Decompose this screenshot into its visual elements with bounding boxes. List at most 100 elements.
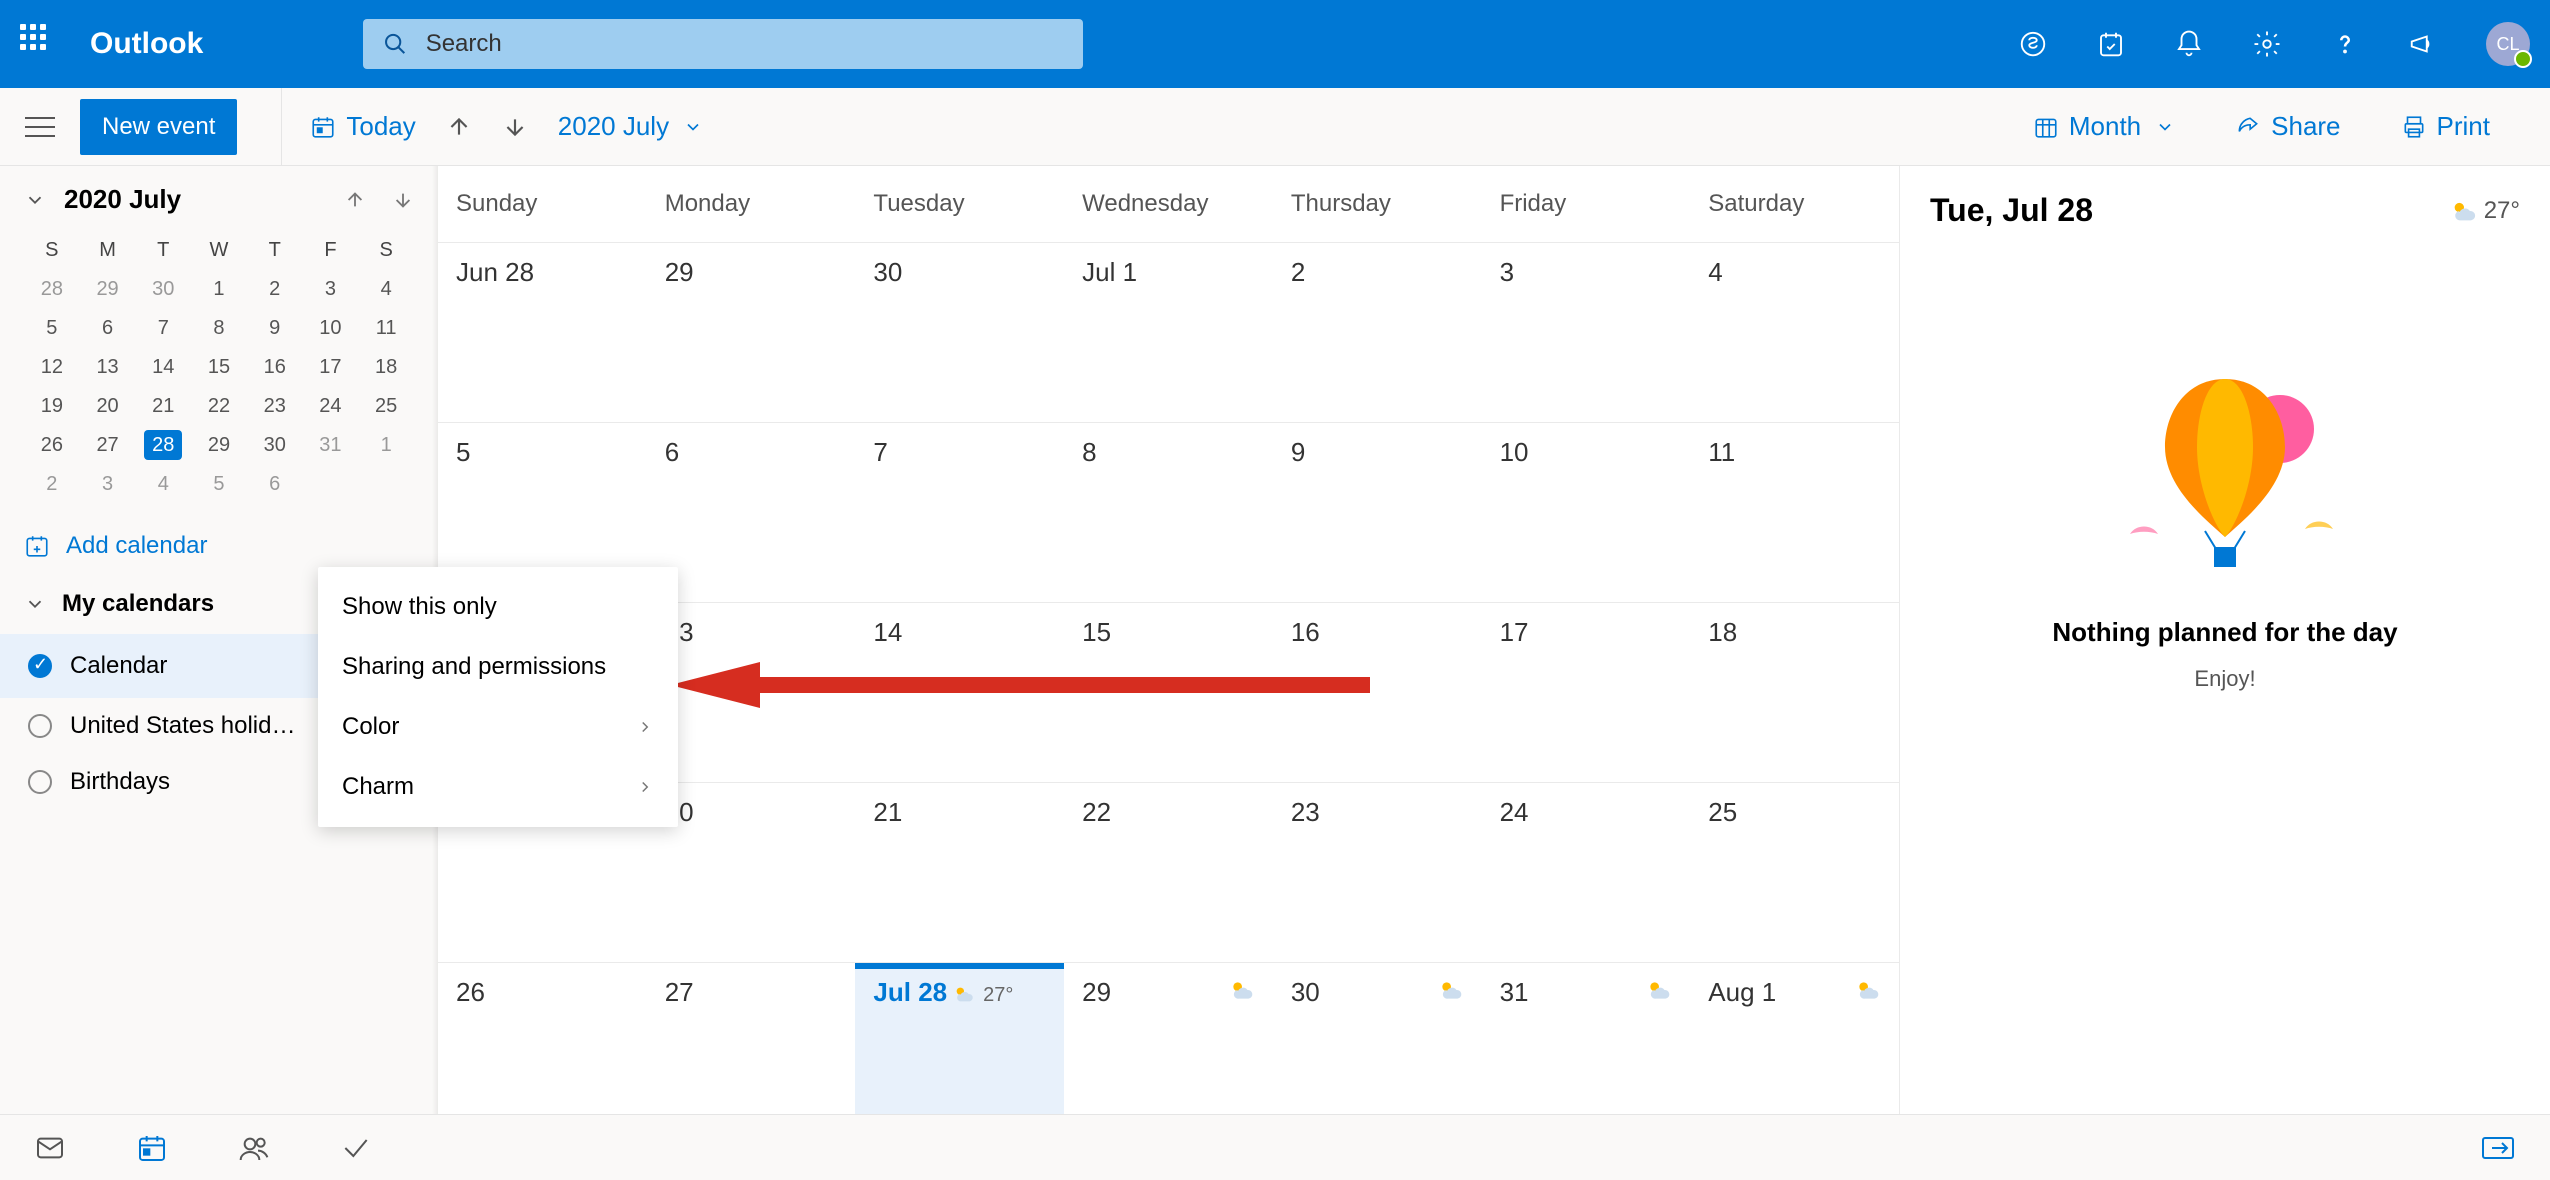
app-launcher-icon[interactable] (20, 24, 60, 64)
mini-day[interactable]: 3 (303, 270, 359, 309)
mini-day[interactable]: 28 (24, 270, 80, 309)
calendar-cell[interactable]: Jun 28 (438, 243, 647, 422)
calendar-cell[interactable]: 30 (855, 243, 1064, 422)
help-icon[interactable] (2330, 29, 2360, 59)
calendar-cell[interactable]: 4 (1690, 243, 1899, 422)
mini-day[interactable]: 19 (24, 387, 80, 426)
skype-icon[interactable] (2018, 29, 2048, 59)
mini-day[interactable]: 15 (191, 348, 247, 387)
next-arrow-icon[interactable] (502, 114, 528, 140)
mini-day[interactable]: 23 (247, 387, 303, 426)
calendar-cell[interactable]: 22 (1064, 783, 1273, 962)
mini-day[interactable]: 5 (191, 465, 247, 504)
search-input[interactable] (426, 30, 1064, 58)
mini-day[interactable]: 2 (24, 465, 80, 504)
add-calendar-button[interactable]: Add calendar (0, 518, 438, 574)
calendar-cell[interactable]: 10 (1482, 423, 1691, 602)
mini-day[interactable]: 11 (358, 309, 414, 348)
mini-day[interactable]: 21 (135, 387, 191, 426)
mini-day[interactable]: 7 (135, 309, 191, 348)
mini-day[interactable]: 26 (24, 426, 80, 465)
mini-day[interactable]: 5 (24, 309, 80, 348)
menu-toggle-icon[interactable] (0, 116, 80, 138)
mini-day[interactable]: 18 (358, 348, 414, 387)
mini-day[interactable]: 25 (358, 387, 414, 426)
mini-day[interactable] (303, 465, 359, 504)
mini-day[interactable]: 10 (303, 309, 359, 348)
prev-arrow-icon[interactable] (446, 114, 472, 140)
mini-day[interactable]: 20 (80, 387, 136, 426)
context-menu-item[interactable]: Color (318, 697, 678, 757)
mini-day[interactable]: 6 (80, 309, 136, 348)
calendar-checkbox[interactable] (28, 654, 52, 678)
context-menu-item[interactable]: Show this only (318, 577, 678, 637)
mini-day[interactable]: 28 (135, 426, 191, 465)
context-menu-item[interactable]: Charm (318, 757, 678, 817)
calendar-cell[interactable]: Jul 1 (1064, 243, 1273, 422)
mini-day[interactable]: 12 (24, 348, 80, 387)
mini-day[interactable]: 24 (303, 387, 359, 426)
mini-day[interactable]: 30 (247, 426, 303, 465)
calendar-cell[interactable]: 29 (647, 243, 856, 422)
calendar-cell[interactable]: 3 (1482, 243, 1691, 422)
view-selector[interactable]: Month (2033, 111, 2175, 142)
calendar-cell[interactable]: 17 (1482, 603, 1691, 782)
mini-day[interactable]: 13 (80, 348, 136, 387)
print-button[interactable]: Print (2401, 111, 2490, 142)
calendar-cell[interactable]: 7 (855, 423, 1064, 602)
mini-day[interactable]: 14 (135, 348, 191, 387)
chevron-down-icon[interactable] (24, 189, 46, 211)
mini-day[interactable]: 16 (247, 348, 303, 387)
mini-prev-icon[interactable] (344, 189, 366, 211)
collapse-panel-icon[interactable] (2482, 1137, 2514, 1159)
mini-day[interactable]: 4 (358, 270, 414, 309)
calendar-cell[interactable]: 9 (1273, 423, 1482, 602)
mini-day[interactable]: 22 (191, 387, 247, 426)
megaphone-icon[interactable] (2408, 29, 2438, 59)
todo-icon[interactable] (340, 1132, 372, 1164)
share-button[interactable]: Share (2235, 111, 2340, 142)
calendar-checkbox[interactable] (28, 714, 52, 738)
mini-day[interactable]: 29 (191, 426, 247, 465)
calendar-icon[interactable] (136, 1132, 168, 1164)
calendar-cell[interactable]: 25 (1690, 783, 1899, 962)
calendar-cell[interactable]: 21 (855, 783, 1064, 962)
new-event-button[interactable]: New event (80, 99, 237, 155)
mini-day[interactable]: 4 (135, 465, 191, 504)
mini-day[interactable]: 29 (80, 270, 136, 309)
calendar-cell[interactable]: 11 (1690, 423, 1899, 602)
mini-next-icon[interactable] (392, 189, 414, 211)
mini-day[interactable]: 27 (80, 426, 136, 465)
calendar-date: Jul 1 (1082, 257, 1137, 287)
mini-day[interactable]: 30 (135, 270, 191, 309)
calendar-cell[interactable]: 6 (647, 423, 856, 602)
calendar-cell[interactable]: 2 (1273, 243, 1482, 422)
calendar-cell[interactable]: 23 (1273, 783, 1482, 962)
mini-day[interactable]: 17 (303, 348, 359, 387)
calendar-cell[interactable]: 24 (1482, 783, 1691, 962)
search-box[interactable] (363, 19, 1083, 69)
notifications-icon[interactable] (2174, 29, 2204, 59)
calendar-cell[interactable]: 18 (1690, 603, 1899, 782)
settings-icon[interactable] (2252, 29, 2282, 59)
calendar-cell[interactable]: 20 (647, 783, 856, 962)
mini-day[interactable]: 3 (80, 465, 136, 504)
avatar[interactable]: CL (2486, 22, 2530, 66)
calendar-cell[interactable]: 8 (1064, 423, 1273, 602)
mini-day[interactable]: 1 (191, 270, 247, 309)
people-icon[interactable] (238, 1132, 270, 1164)
calendar-date: Jul 28 (873, 977, 947, 1007)
mini-day[interactable]: 1 (358, 426, 414, 465)
period-selector[interactable]: 2020 July (558, 111, 703, 142)
mini-day[interactable]: 31 (303, 426, 359, 465)
today-button[interactable]: Today (310, 111, 415, 142)
mini-day[interactable]: 8 (191, 309, 247, 348)
mini-day[interactable]: 2 (247, 270, 303, 309)
mini-day[interactable]: 6 (247, 465, 303, 504)
mini-day[interactable] (358, 465, 414, 504)
mail-icon[interactable] (34, 1132, 66, 1164)
mini-day[interactable]: 9 (247, 309, 303, 348)
tasks-icon[interactable] (2096, 29, 2126, 59)
context-menu-item[interactable]: Sharing and permissions (318, 637, 678, 697)
calendar-checkbox[interactable] (28, 770, 52, 794)
